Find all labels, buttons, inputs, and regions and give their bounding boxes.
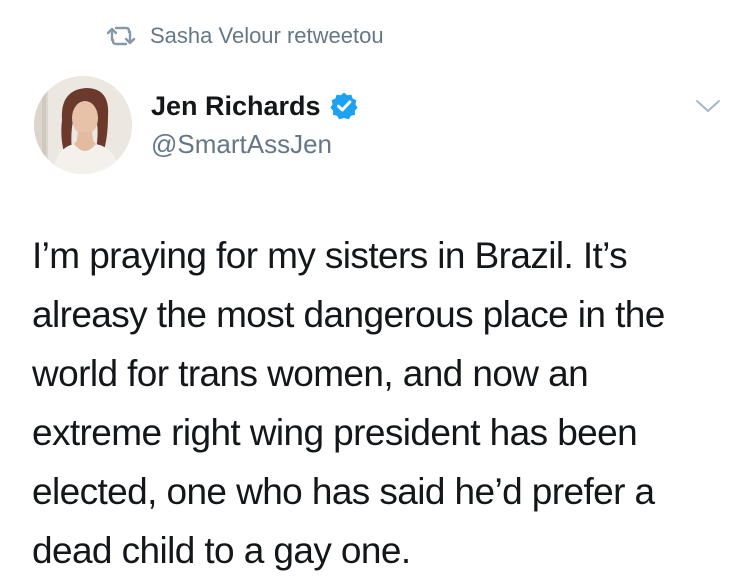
tweet-menu-button[interactable] xyxy=(692,96,724,120)
avatar[interactable] xyxy=(34,76,132,174)
tweet-text: I’m praying for my sisters in Brazil. It… xyxy=(32,235,665,571)
retweet-context-text: Sasha Velour retweetou xyxy=(150,23,384,48)
tweet-author[interactable]: Jen Richards @SmartAssJen xyxy=(151,88,359,162)
retweet-icon xyxy=(104,24,138,48)
verified-badge-icon xyxy=(329,91,359,121)
author-name-row: Jen Richards xyxy=(151,88,359,124)
retweet-context[interactable]: Sasha Velour retweetou xyxy=(104,18,384,54)
chevron-down-icon xyxy=(695,98,721,119)
author-display-name[interactable]: Jen Richards xyxy=(151,88,321,124)
author-handle[interactable]: @SmartAssJen xyxy=(151,126,359,162)
